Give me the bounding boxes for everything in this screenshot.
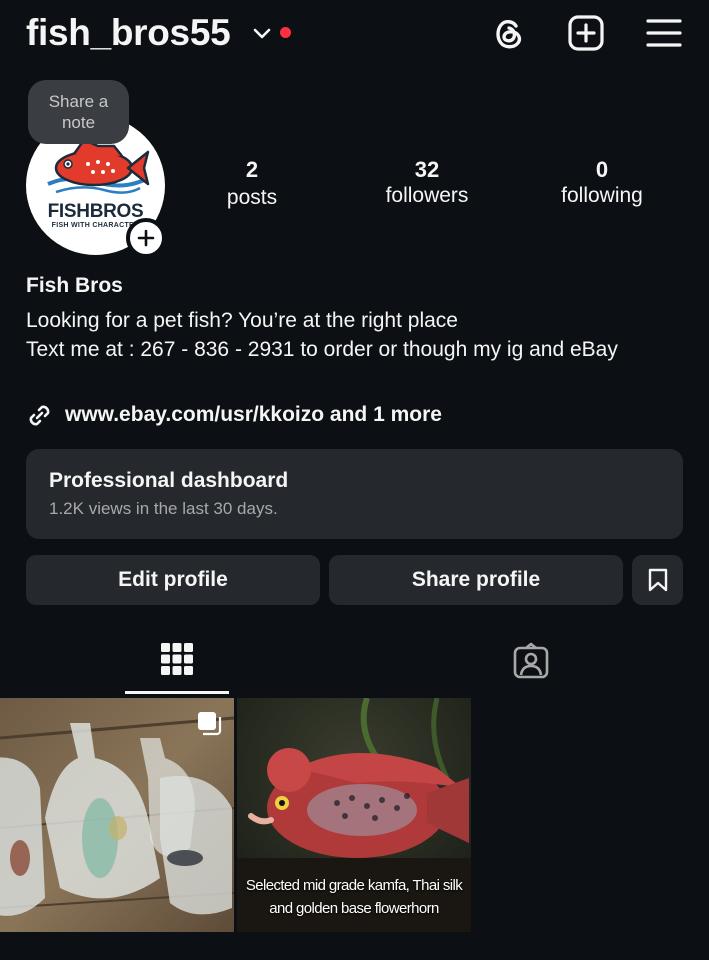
post-thumbnail-1[interactable] bbox=[0, 698, 234, 932]
followers-count-value: 32 bbox=[414, 157, 440, 182]
dashboard-subtitle: 1.2K views in the last 30 days. bbox=[49, 499, 278, 518]
share-profile-label: Share profile bbox=[411, 568, 541, 591]
post-caption-overlay: Selected mid grade kamfa, Thai silk and … bbox=[245, 877, 463, 917]
username-title[interactable]: fish_bros55 bbox=[26, 12, 231, 54]
menu-icon[interactable] bbox=[645, 14, 683, 52]
posts-count-value: 2 bbox=[245, 157, 259, 182]
share-profile-button[interactable]: Share profile bbox=[329, 555, 623, 605]
share-note-bubble[interactable]: Share a note bbox=[28, 80, 129, 144]
bio-text: Looking for a pet fish? You’re at the ri… bbox=[26, 306, 676, 364]
bookmark-icon bbox=[648, 568, 667, 592]
bio-line: Looking for a pet fish? You’re at the ri… bbox=[26, 309, 458, 332]
display-name: Fish Bros bbox=[26, 274, 123, 297]
threads-icon[interactable] bbox=[490, 14, 528, 52]
saved-button[interactable] bbox=[632, 555, 683, 605]
grid-icon bbox=[161, 643, 193, 675]
edit-profile-button[interactable]: Edit profile bbox=[26, 555, 320, 605]
chevron-down-icon[interactable] bbox=[253, 28, 271, 40]
following-count-label: following bbox=[561, 184, 643, 207]
following-count-value: 0 bbox=[595, 157, 609, 182]
active-tab-indicator bbox=[125, 691, 229, 694]
followers-count-label: followers bbox=[385, 184, 469, 207]
tab-tagged[interactable] bbox=[431, 634, 631, 694]
edit-profile-label: Edit profile bbox=[118, 568, 228, 591]
create-plus-icon[interactable] bbox=[567, 14, 605, 52]
bio-link[interactable]: www.ebay.com/usr/kkoizo and 1 more bbox=[26, 400, 442, 430]
share-note-label: Share a note bbox=[48, 92, 109, 132]
post-thumbnail-2[interactable]: Selected mid grade kamfa, Thai silk and … bbox=[237, 698, 471, 932]
link-icon bbox=[29, 405, 50, 425]
posts-count-label: posts bbox=[226, 186, 278, 209]
following-count[interactable]: 0 following bbox=[532, 156, 672, 210]
posts-count[interactable]: 2 posts bbox=[182, 156, 322, 212]
add-story-button[interactable] bbox=[126, 218, 166, 258]
tab-posts-grid[interactable] bbox=[77, 634, 277, 694]
notification-dot bbox=[280, 27, 291, 38]
professional-dashboard-card[interactable]: Professional dashboard 1.2K views in the… bbox=[26, 449, 683, 539]
followers-count[interactable]: 32 followers bbox=[357, 156, 497, 210]
tagged-icon bbox=[513, 642, 549, 679]
bio-line: Text me at : 267 - 836 - 2931 to order o… bbox=[26, 338, 618, 361]
plus-icon bbox=[137, 229, 155, 247]
dashboard-title: Professional dashboard bbox=[49, 469, 289, 492]
top-bar: fish_bros55 bbox=[0, 0, 709, 70]
carousel-icon bbox=[198, 712, 222, 736]
bio-link-text[interactable]: www.ebay.com/usr/kkoizo and 1 more bbox=[65, 403, 442, 427]
